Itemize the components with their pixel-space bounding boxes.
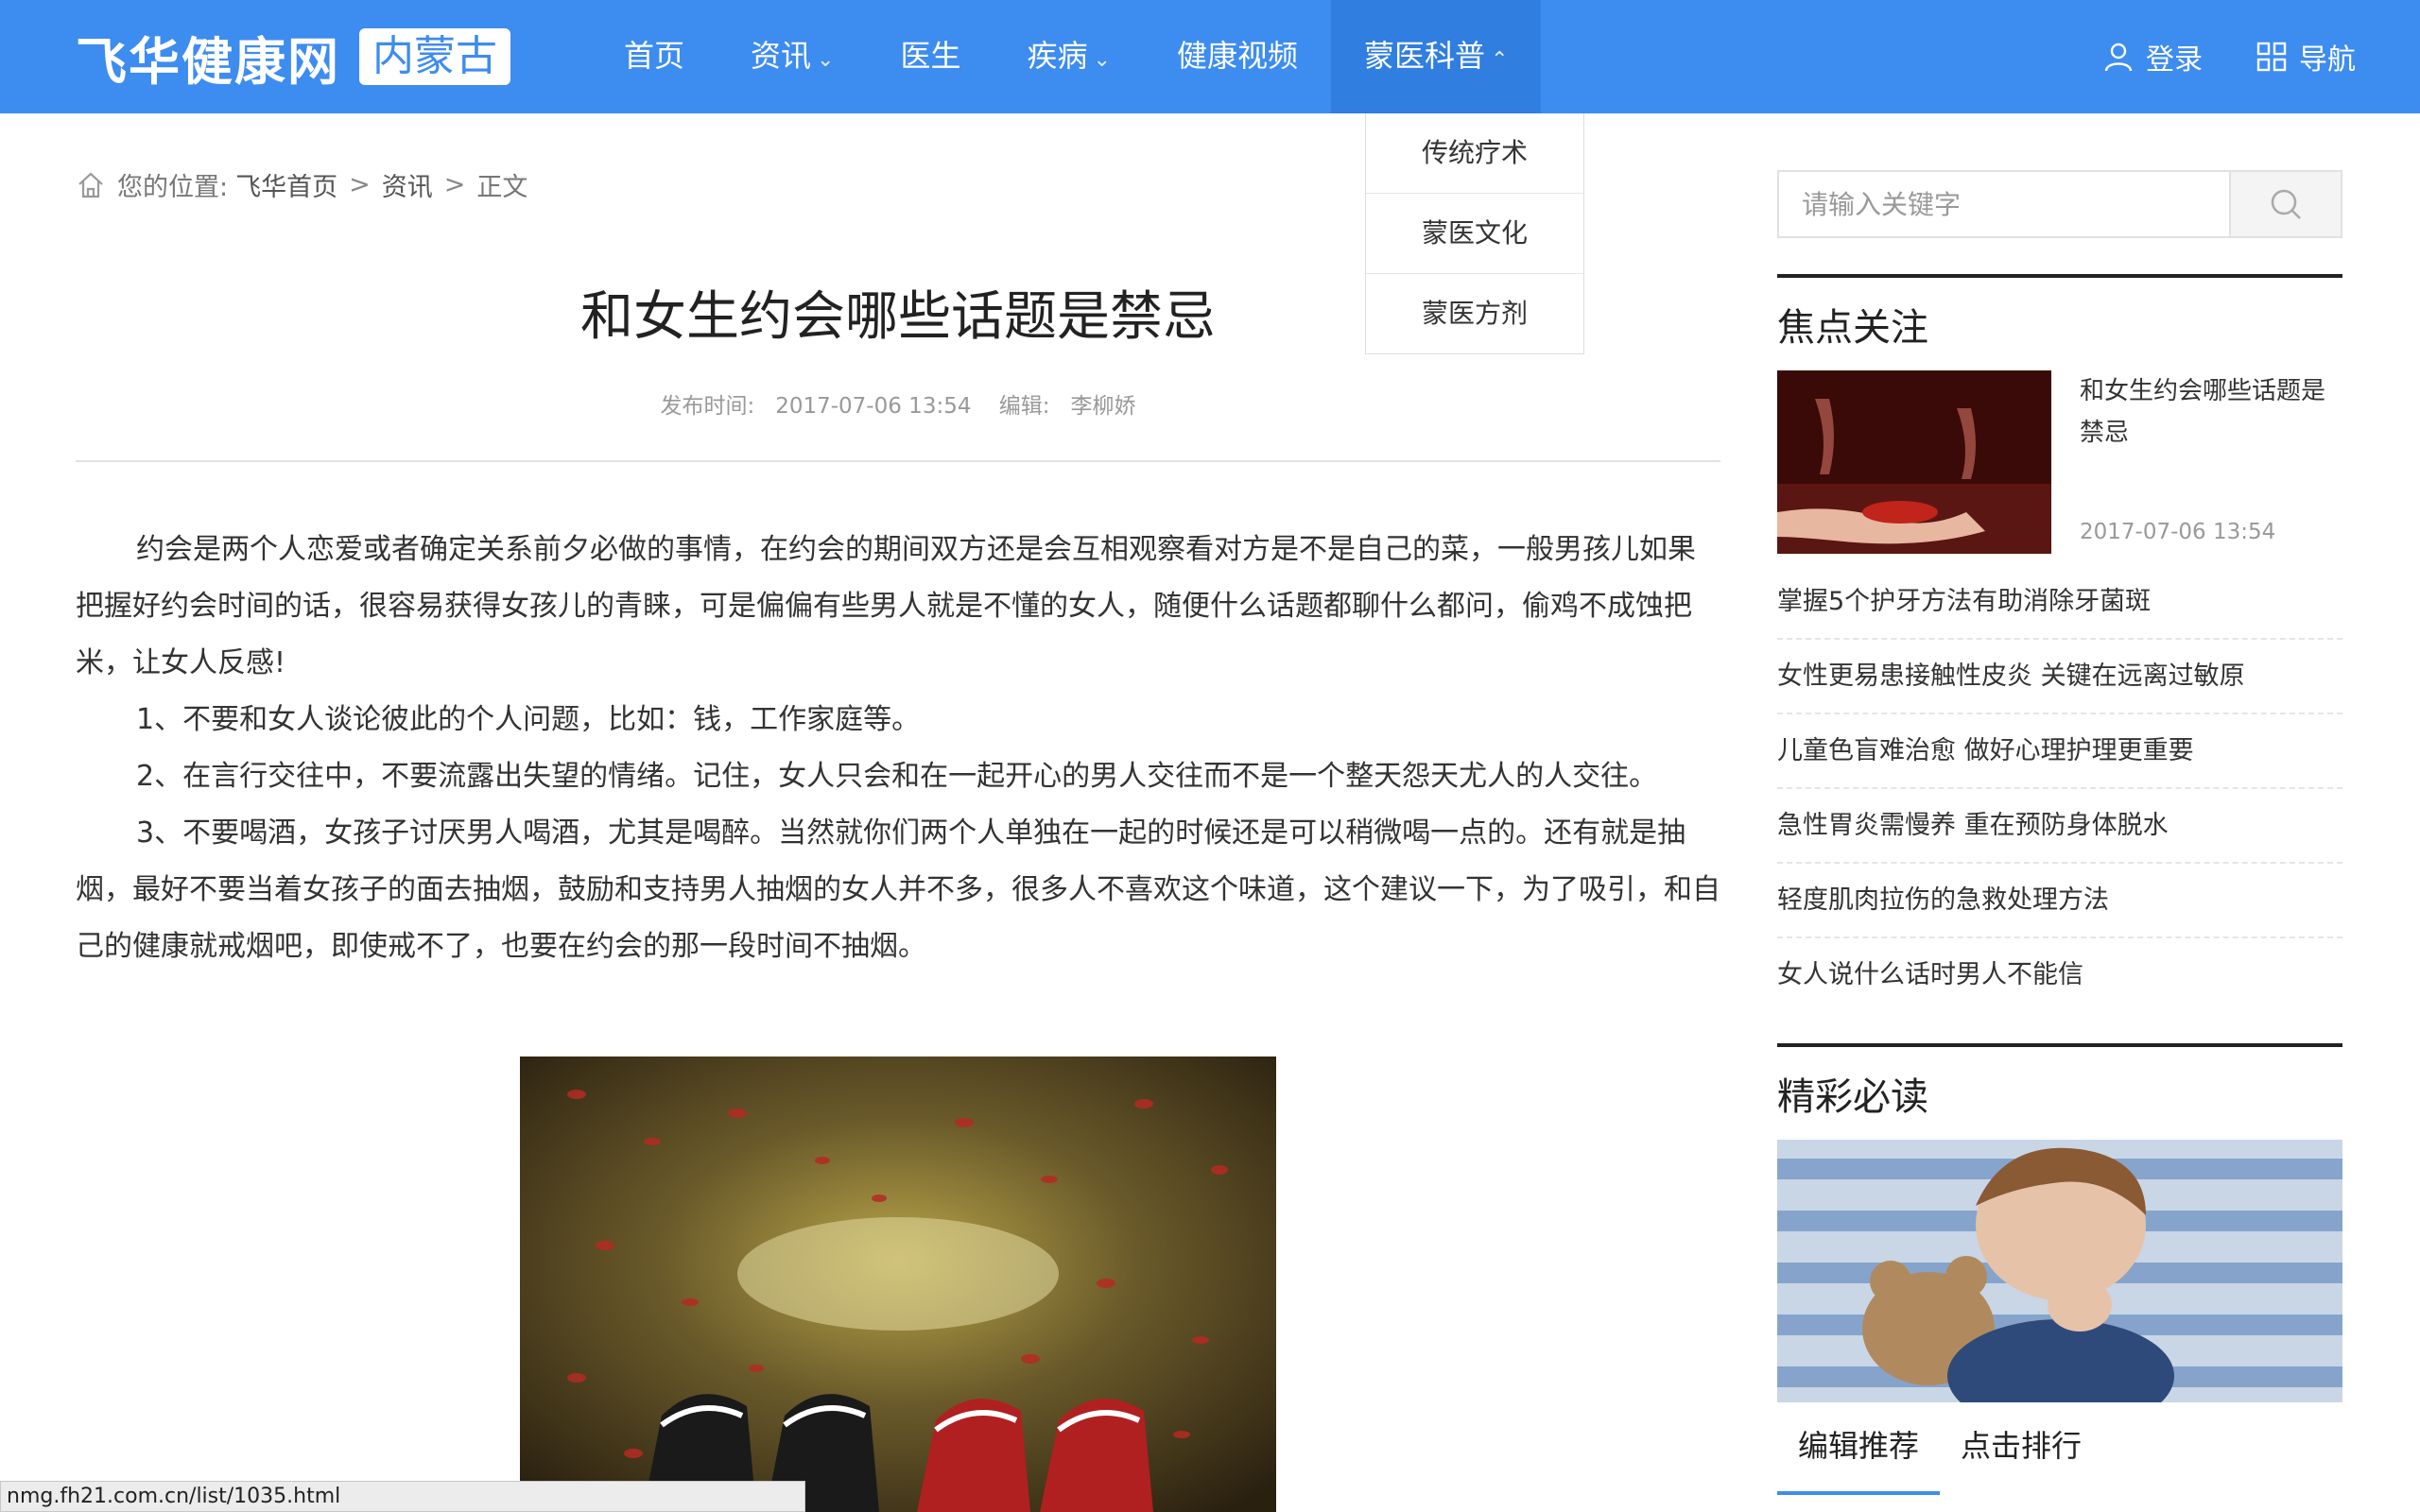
dropdown-item-mongolian-culture[interactable]: 蒙医文化 bbox=[1366, 194, 1583, 274]
publish-time: 发布时间: 2017-07-06 13:54 bbox=[660, 394, 972, 419]
dropdown-item-traditional-therapy[interactable]: 传统疗术 bbox=[1366, 113, 1583, 194]
main-nav: 首页 资讯 ⌄ 医生 疾病 ⌄ 健康视频 蒙医科普 ⌃ bbox=[591, 0, 1542, 113]
focus-card[interactable]: 和女生约会哪些话题是禁忌 2017-07-06 13:54 bbox=[1777, 370, 2342, 554]
nav-mongolian-medicine[interactable]: 蒙医科普 ⌃ bbox=[1330, 0, 1542, 113]
user-icon bbox=[2104, 43, 2133, 72]
section-rule bbox=[1777, 274, 2342, 278]
featured-tabs: 编辑推荐 点击排行 bbox=[1777, 1421, 2102, 1495]
article-divider bbox=[76, 460, 1720, 462]
header-actions: 登录 导航 bbox=[2102, 0, 2356, 113]
nav-news[interactable]: 资讯 ⌄ bbox=[717, 0, 867, 113]
nav-health-video[interactable]: 健康视频 bbox=[1144, 0, 1331, 113]
breadcrumb-prefix: 您的位置: bbox=[117, 173, 229, 202]
navigation-label: 导航 bbox=[2299, 43, 2356, 77]
chevron-up-icon: ⌃ bbox=[1490, 48, 1509, 72]
logo-text: 飞华健康网 bbox=[76, 30, 340, 92]
focus-section-title: 焦点关注 bbox=[1777, 306, 1928, 350]
focus-card-date: 2017-07-06 13:54 bbox=[2080, 520, 2276, 544]
breadcrumb-separator: > bbox=[443, 170, 466, 199]
list-item[interactable]: 轻度肌肉拉伤的急救处理方法 bbox=[1777, 864, 2342, 938]
tab-editor-picks[interactable]: 编辑推荐 bbox=[1777, 1421, 1941, 1495]
editor: 编辑: 李柳娇 bbox=[998, 394, 1136, 419]
article-paragraph: 约会是两个人恋爱或者确定关系前夕必做的事情，在约会的期间双方还是会互相观察看对方… bbox=[76, 533, 1696, 679]
search-box bbox=[1777, 170, 2342, 238]
chevron-down-icon: ⌄ bbox=[1093, 48, 1111, 72]
focus-thumbnail bbox=[1777, 370, 2051, 554]
login-link[interactable]: 登录 bbox=[2102, 36, 2203, 77]
login-label: 登录 bbox=[2146, 43, 2203, 77]
article-image-couple-shoes bbox=[520, 1057, 1276, 1512]
list-item[interactable]: 急性胃炎需慢养 重在预防身体脱水 bbox=[1777, 789, 2342, 864]
chevron-down-icon: ⌄ bbox=[817, 48, 835, 72]
breadcrumb-home[interactable]: 飞华首页 bbox=[235, 166, 337, 203]
site-navigation-link[interactable]: 导航 bbox=[2256, 36, 2356, 77]
article-paragraph: 1、不要和女人谈论彼此的个人问题，比如：钱，工作家庭等。 bbox=[136, 703, 921, 736]
article-body: 约会是两个人恋爱或者确定关系前夕必做的事情，在约会的期间双方还是会互相观察看对方… bbox=[76, 522, 1720, 975]
home-icon bbox=[78, 172, 103, 198]
focus-card-title: 和女生约会哪些话题是禁忌 bbox=[2080, 377, 2326, 447]
breadcrumb-current: 正文 bbox=[476, 173, 528, 202]
search-button[interactable] bbox=[2229, 172, 2341, 236]
focus-news-list: 掌握5个护牙方法有助消除牙菌斑 女性更易患接触性皮炎 关键在远离过敏原 儿童色盲… bbox=[1777, 565, 2342, 1011]
list-item[interactable]: 女人说什么话时男人不能信 bbox=[1777, 938, 2342, 1011]
search-input[interactable] bbox=[1779, 172, 2229, 236]
breadcrumb-news[interactable]: 资讯 bbox=[382, 166, 433, 203]
region-badge: 内蒙古 bbox=[359, 28, 510, 85]
section-rule bbox=[1777, 1043, 2342, 1047]
nav-home[interactable]: 首页 bbox=[591, 0, 717, 113]
article-paragraph: 3、不要喝酒，女孩子讨厌男人喝酒，尤其是喝醉。当然就你们两个人单独在一起的时候还… bbox=[76, 816, 1720, 963]
nav-diseases[interactable]: 疾病 ⌄ bbox=[994, 0, 1143, 113]
article-title: 和女生约会哪些话题是禁忌 bbox=[580, 286, 1216, 348]
article-meta: 发布时间: 2017-07-06 13:54 编辑: 李柳娇 bbox=[76, 387, 1720, 420]
nav-doctors[interactable]: 医生 bbox=[867, 0, 994, 113]
article-paragraph: 2、在言行交往中，不要流露出失望的情绪。记住，女人只会和在一起开心的男人交往而不… bbox=[136, 760, 1658, 793]
breadcrumb-separator: > bbox=[349, 170, 371, 199]
featured-section-title: 精彩必读 bbox=[1777, 1075, 1928, 1119]
browser-status-bar: nmg.fh21.com.cn/list/1035.html bbox=[0, 1481, 805, 1512]
site-logo[interactable]: 飞华健康网 内蒙古 bbox=[76, 21, 510, 93]
tab-most-clicked[interactable]: 点击排行 bbox=[1940, 1421, 2102, 1491]
site-header: 飞华健康网 内蒙古 首页 资讯 ⌄ 医生 疾病 ⌄ 健康视频 蒙医科普 ⌃ 登录 导航 bbox=[0, 0, 2420, 113]
grid-icon bbox=[2256, 42, 2287, 72]
list-item[interactable]: 掌握5个护牙方法有助消除牙菌斑 bbox=[1777, 565, 2342, 640]
list-item[interactable]: 女性更易患接触性皮炎 关键在远离过敏原 bbox=[1777, 640, 2342, 714]
featured-image-sick-child[interactable] bbox=[1777, 1140, 2342, 1402]
list-item[interactable]: 儿童色盲难治愈 做好心理护理更重要 bbox=[1777, 714, 2342, 789]
search-icon bbox=[2271, 189, 2301, 219]
breadcrumb: 您的位置: 飞华首页 > 资讯 > 正文 bbox=[76, 166, 527, 203]
